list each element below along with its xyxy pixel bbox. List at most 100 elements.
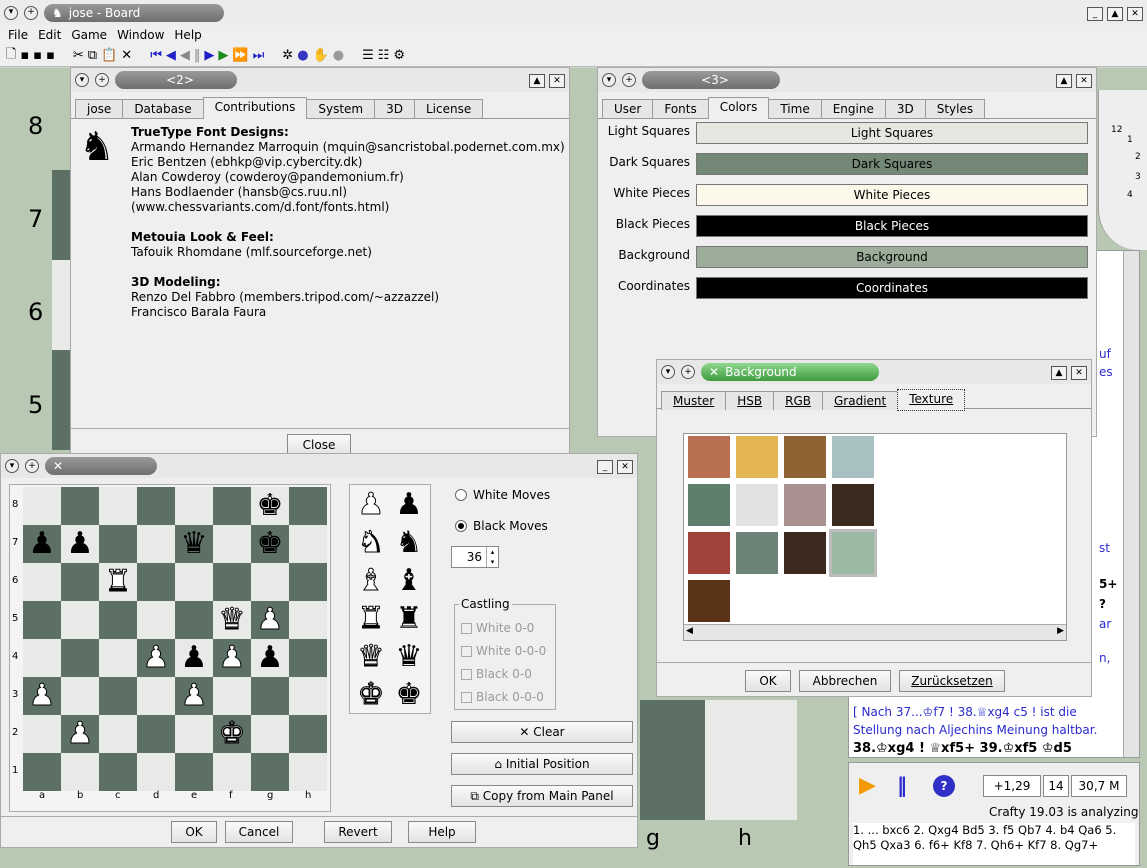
board-square[interactable]: ♟ [251,601,289,639]
board-square[interactable]: ♚ [213,715,251,753]
board-square[interactable]: ♛ [213,601,251,639]
board-square[interactable] [289,525,327,563]
white-pawn-icon[interactable]: ♟ [352,487,390,523]
texture-swatch[interactable] [736,532,778,574]
play-icon[interactable]: ▶ [218,48,228,63]
paste-icon[interactable]: 📋 [101,48,117,63]
board-square[interactable]: ♟ [175,639,213,677]
black-pawn-icon[interactable]: ♟ [29,529,56,559]
minimize-icon[interactable]: _ [597,460,613,474]
initial-position-button[interactable]: ⌂ Initial Position [451,753,633,775]
board-square[interactable] [289,715,327,753]
menu-file[interactable]: File [8,28,28,42]
tab-license[interactable]: License [413,99,484,118]
white-moves-option[interactable]: White Moves [455,488,550,502]
white-rook-icon[interactable]: ♜ [352,601,390,637]
checkbox[interactable] [461,691,472,703]
black-pawn-icon[interactable]: ♟ [181,643,208,673]
texture-swatch[interactable] [784,436,826,478]
maximize-icon[interactable]: ▲ [1051,366,1067,380]
color-swatch-button[interactable]: Black Pieces [696,215,1088,237]
checkbox[interactable] [461,668,472,680]
tab-jose[interactable]: jose [75,99,124,118]
menu-down-icon[interactable]: ▾ [5,459,19,473]
texture-swatch[interactable] [832,436,874,478]
white-king-icon[interactable]: ♚ [218,718,246,749]
white-bishop-icon[interactable]: ♝ [352,563,390,599]
engine-help-icon[interactable]: ? [933,775,955,797]
board-square[interactable] [289,677,327,715]
white-pawn-icon[interactable]: ♟ [256,604,284,635]
board-square[interactable] [175,487,213,525]
texture-swatch[interactable] [784,532,826,574]
board-square[interactable] [61,639,99,677]
engine-pause-icon[interactable]: ‖ [897,773,907,797]
plus-icon[interactable]: + [622,73,636,87]
board-square[interactable]: ♚ [251,525,289,563]
white-knight-icon[interactable]: ♞ [352,525,390,561]
tab-fonts[interactable]: Fonts [652,99,709,118]
board-square[interactable] [175,753,213,791]
castle-option[interactable]: White 0-0 [461,621,534,635]
texture-swatch[interactable] [688,580,730,622]
board-square[interactable] [289,601,327,639]
castle-option[interactable]: Black 0-0 [461,667,532,681]
board-square[interactable] [289,639,327,677]
first-move-icon[interactable]: ⏮ [150,48,162,63]
print-icon[interactable]: ▪ [46,48,55,63]
board-square[interactable]: ♟ [251,639,289,677]
black-pawn-icon[interactable]: ♟ [257,643,284,673]
black-king-icon[interactable]: ♚ [390,677,428,713]
menu-game[interactable]: Game [71,28,107,42]
copy-icon[interactable]: ⧉ [88,48,97,63]
menu-help[interactable]: Help [174,28,201,42]
black-pawn-icon[interactable]: ♟ [67,529,94,559]
board-square[interactable] [137,487,175,525]
menu-down-icon[interactable]: ▾ [661,365,675,379]
tab-contributions[interactable]: Contributions [202,97,308,119]
board-square[interactable] [251,753,289,791]
checkbox[interactable] [461,622,472,634]
list-icon[interactable]: ☷ [378,48,390,63]
menu-down-icon[interactable]: ▾ [602,73,616,87]
texture-swatch[interactable] [736,436,778,478]
texture-swatch[interactable] [832,484,874,526]
castle-option[interactable]: Black 0-0-0 [461,690,544,704]
back-icon[interactable]: ◀ [166,48,176,63]
tab-database[interactable]: Database [122,99,204,118]
tab-3d[interactable]: 3D [374,99,415,118]
ok-button[interactable]: OK [171,821,217,843]
board-square[interactable] [251,715,289,753]
maximize-icon[interactable]: ▲ [1107,6,1123,21]
tab-system[interactable]: System [306,99,376,118]
board-square[interactable] [289,753,327,791]
pause-icon[interactable]: ‖ [194,48,201,63]
board-square[interactable] [99,677,137,715]
save-icon[interactable]: ▪ [33,48,42,63]
board-square[interactable]: ♟ [61,715,99,753]
board-square[interactable] [137,601,175,639]
board-square[interactable] [137,525,175,563]
tab-muster[interactable]: Muster [661,391,727,410]
board-square[interactable] [289,487,327,525]
black-knight-icon[interactable]: ♞ [390,525,428,561]
white-king-icon[interactable]: ♚ [352,677,390,713]
texture-swatch[interactable] [829,529,877,577]
white-pawn-icon[interactable]: ♟ [66,718,94,749]
help-button[interactable]: Help [408,821,476,843]
tab-colors[interactable]: Colors [707,97,770,119]
plus-icon[interactable]: + [25,459,39,473]
help-icon[interactable]: ● [297,48,308,63]
white-queen-icon[interactable]: ♛ [352,639,390,675]
tab-time[interactable]: Time [768,99,822,118]
board-square[interactable] [213,563,251,601]
fast-forward-icon[interactable]: ⏩ [232,48,248,63]
prev-icon[interactable]: ◀ [180,48,190,63]
color-swatch-button[interactable]: Dark Squares [696,153,1088,175]
hand-icon[interactable]: ✋ [313,48,329,63]
board-square[interactable] [213,525,251,563]
scroll-right-icon[interactable]: ▶ [1057,626,1064,636]
black-rook-icon[interactable]: ♜ [390,601,428,637]
castle-option[interactable]: White 0-0-0 [461,644,546,658]
open-icon[interactable]: ▪ [20,48,29,63]
